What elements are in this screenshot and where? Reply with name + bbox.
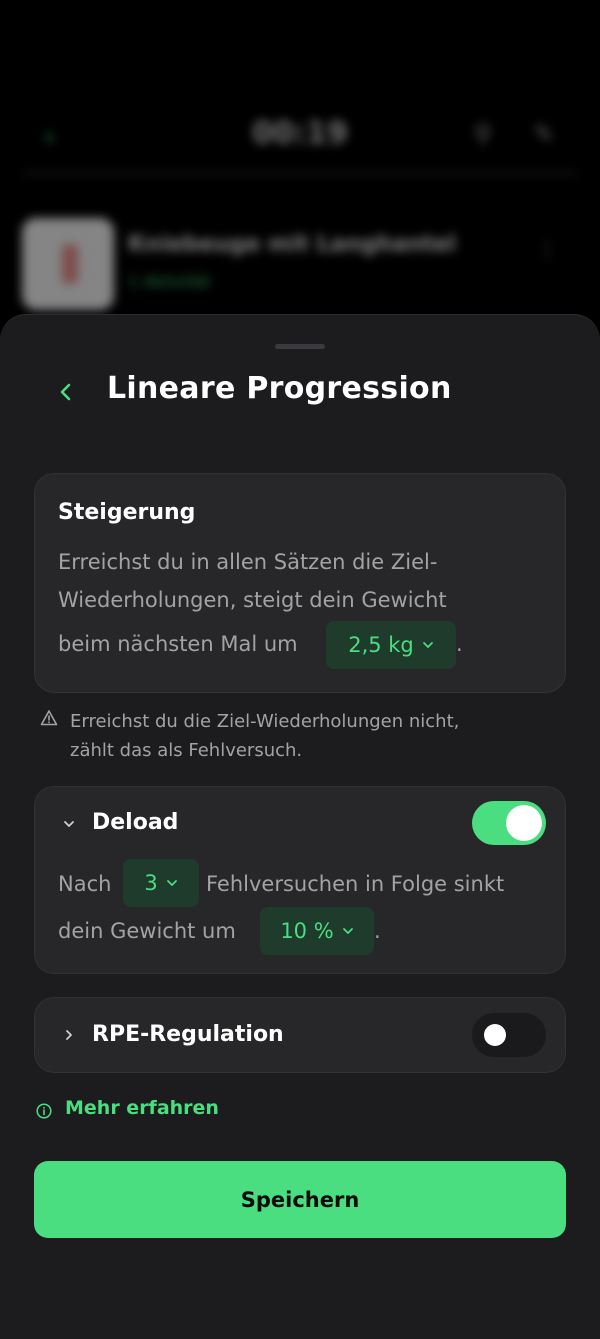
toggle-knob	[506, 805, 542, 841]
background-tool-icon: ✎	[534, 120, 555, 148]
rpe-label: RPE-Regulation	[92, 1022, 284, 1047]
steigerung-text-line2: Wiederholungen, steigt dein Gewicht	[58, 588, 447, 612]
deload-label: Deload	[92, 810, 179, 835]
chevron-right-icon[interactable]	[62, 1028, 76, 1042]
background-more-icon: ⋮	[536, 238, 558, 263]
background-timer: 00:19	[252, 116, 348, 151]
chevron-down-icon	[422, 642, 433, 648]
background-pin-icon: ⚲	[474, 120, 492, 148]
increment-value: 2,5 kg	[348, 633, 414, 657]
chevron-left-icon	[60, 383, 71, 401]
save-button[interactable]: Speichern	[34, 1161, 566, 1238]
warning-text-line2: zählt das als Fehlversuch.	[70, 740, 303, 761]
background-exercise-name: Kniebeuge mit Langhantel	[128, 232, 456, 257]
steigerung-text-line3: beim nächsten Mal um	[58, 632, 298, 656]
failures-value: 3	[144, 871, 158, 895]
chevron-down-icon[interactable]	[62, 817, 76, 831]
steigerung-heading: Steigerung	[58, 500, 196, 525]
background-exercise-thumbnail	[22, 218, 114, 310]
back-button[interactable]	[54, 377, 78, 407]
background-divider	[22, 172, 578, 175]
deload-text-prefix: Nach	[58, 872, 112, 896]
background-topbar: ‹ 00:19 ⚲ ✎	[0, 100, 600, 170]
warning-text-line1: Erreichst du die Ziel-Wiederholungen nic…	[70, 711, 460, 732]
background-exercise-meta: 1 Aktivität	[128, 272, 211, 291]
steigerung-text-line1: Erreichst du in allen Sätzen die Ziel-	[58, 550, 438, 574]
info-icon	[36, 1103, 52, 1119]
failures-dropdown[interactable]: 3	[123, 859, 199, 907]
rpe-toggle[interactable]	[472, 1013, 546, 1057]
deload-text-line2: dein Gewicht um	[58, 919, 236, 943]
rpe-card[interactable]: RPE-Regulation	[34, 997, 566, 1073]
background-app: ‹ 00:19 ⚲ ✎ Kniebeuge mit Langhantel 1 A…	[0, 0, 600, 340]
deload-period: .	[374, 919, 381, 943]
chevron-down-icon	[166, 880, 177, 886]
increment-dropdown[interactable]: 2,5 kg	[326, 621, 456, 669]
learn-more-label: Mehr erfahren	[65, 1097, 219, 1119]
percent-value: 10 %	[280, 919, 334, 943]
warning-icon	[40, 710, 58, 726]
steigerung-card: Steigerung Erreichst du in allen Sätzen …	[34, 473, 566, 693]
steigerung-period: .	[456, 632, 463, 656]
sheet-grabber[interactable]	[275, 344, 325, 349]
deload-card: Deload Nach 3 Fehlversuchen in Folge sin…	[34, 786, 566, 974]
chevron-down-icon	[342, 928, 353, 934]
progression-sheet: Lineare Progression Steigerung Erreichst…	[0, 314, 600, 1339]
deload-text-middle: Fehlversuchen in Folge sinkt	[206, 872, 505, 896]
toggle-knob	[484, 1024, 506, 1046]
page-title: Lineare Progression	[107, 371, 452, 406]
percent-dropdown[interactable]: 10 %	[260, 907, 374, 955]
deload-toggle[interactable]	[472, 801, 546, 845]
